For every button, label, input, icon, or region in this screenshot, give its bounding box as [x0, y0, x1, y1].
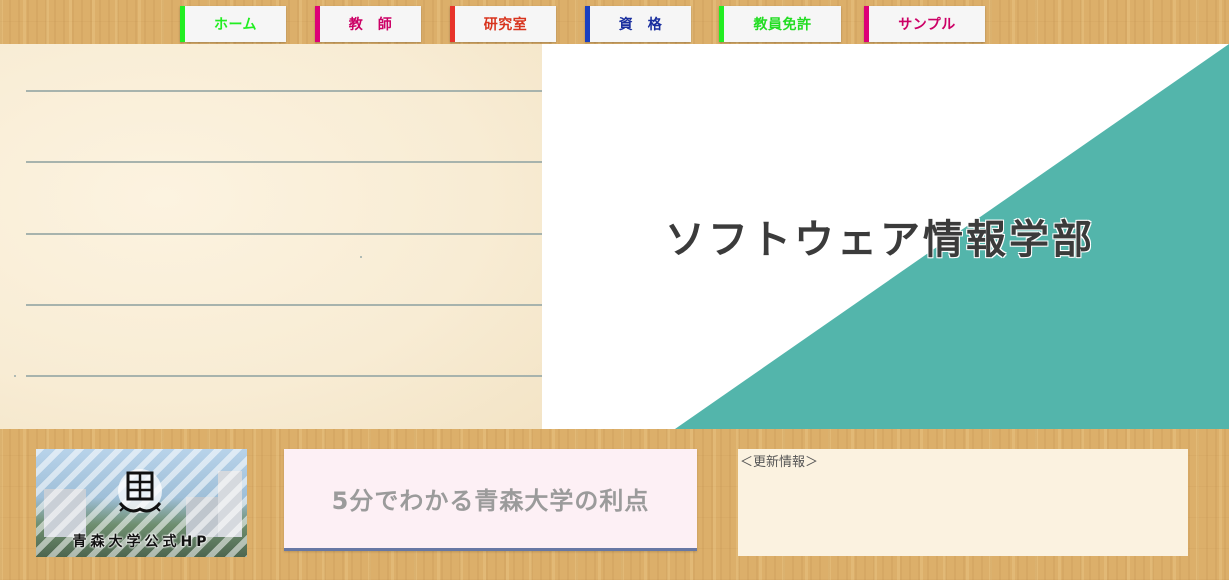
- nav-sample-label: サンプル: [898, 17, 956, 33]
- nav-accent-bar: [450, 6, 455, 42]
- nav-sample-button[interactable]: サンプル: [864, 6, 985, 42]
- nav-accent-bar: [864, 6, 869, 42]
- nav-laboratory-label: 研究室: [483, 17, 528, 33]
- lined-paper-image: [0, 44, 542, 429]
- advantages-promo-label: 5分でわかる青森大学の利点: [331, 487, 650, 515]
- paper-rule-line: [26, 161, 542, 163]
- nav-qualifications-button[interactable]: 資 格: [585, 6, 691, 42]
- nav-laboratory-button[interactable]: 研究室: [450, 6, 556, 42]
- news-panel: ＜更新情報＞: [738, 449, 1188, 556]
- nav-accent-bar: [315, 6, 320, 42]
- nav-accent-bar: [719, 6, 724, 42]
- faculty-banner: ソフトウェア情報学部: [542, 44, 1229, 429]
- paper-rule-line: [26, 375, 542, 377]
- nav-qualifications-label: 資 格: [618, 17, 663, 33]
- nav-home-button[interactable]: ホーム: [180, 6, 286, 42]
- paper-rule-line: [26, 304, 542, 306]
- nav-home-label: ホーム: [213, 17, 258, 33]
- nav-accent-bar: [585, 6, 590, 42]
- nav-teachers-button[interactable]: 教 師: [315, 6, 421, 42]
- university-official-link[interactable]: 青森大学公式HP: [36, 449, 247, 557]
- paper-rule-line: [26, 90, 542, 92]
- paper-speck: [360, 256, 362, 258]
- hero-section: ソフトウェア情報学部: [0, 44, 1229, 429]
- paper-speck: [14, 375, 16, 377]
- nav-accent-bar: [180, 6, 185, 42]
- official-hp-caption: 青森大学公式HP: [72, 534, 211, 550]
- top-navigation: ホーム 教 師 研究室 資 格 教員免許 サンプル: [0, 6, 1229, 44]
- nav-teaching-license-button[interactable]: 教員免許: [719, 6, 841, 42]
- nav-teaching-license-label: 教員免許: [753, 17, 812, 33]
- faculty-title: ソフトウェア情報学部: [665, 217, 1095, 263]
- news-heading: ＜更新情報＞: [740, 455, 819, 470]
- university-crest-icon: [114, 465, 166, 521]
- nav-teachers-label: 教 師: [348, 17, 393, 33]
- paper-rule-line: [26, 233, 542, 235]
- advantages-promo-button[interactable]: 5分でわかる青森大学の利点: [284, 449, 697, 551]
